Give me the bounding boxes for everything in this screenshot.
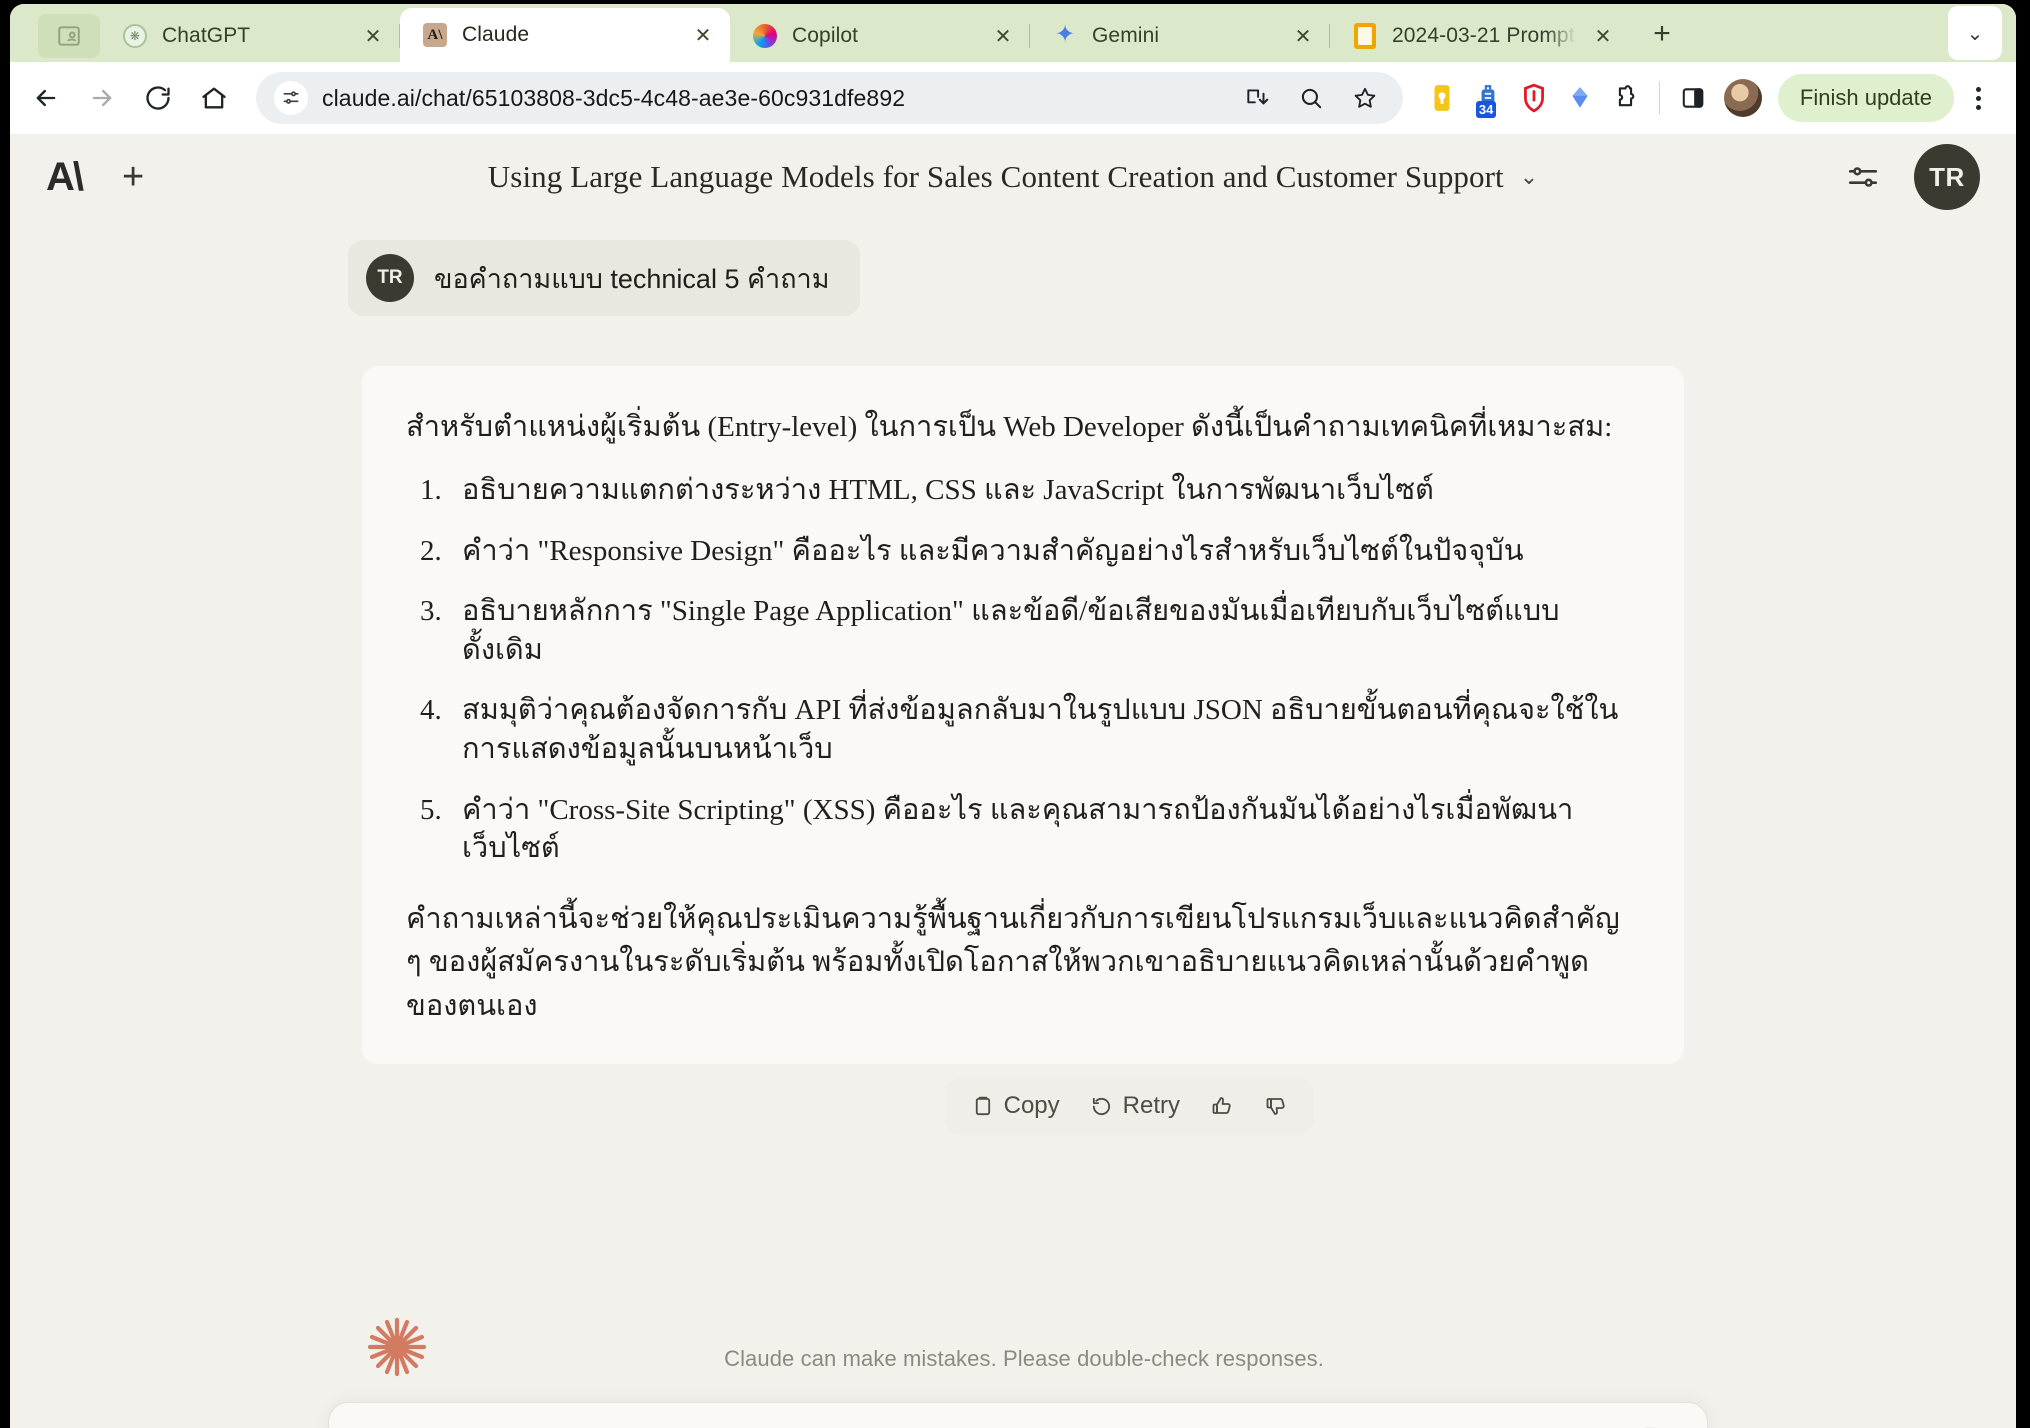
browser-tab-claude[interactable]: A\ Claude ✕ — [400, 8, 730, 62]
home-icon[interactable] — [188, 72, 240, 124]
avatar[interactable]: TR — [1914, 144, 1980, 210]
side-panel-icon[interactable] — [1672, 77, 1714, 119]
claude-app: A\ + Using Large Language Models for Sal… — [10, 134, 2016, 1428]
assistant-intro-text: สำหรับตำแหน่งผู้เริ่มต้น (Entry-level) ใ… — [406, 411, 1613, 443]
tab-close-button[interactable]: ✕ — [690, 22, 716, 48]
assistant-message-card: สำหรับตำแหน่งผู้เริ่มต้น (Entry-level) ใ… — [362, 366, 1684, 1065]
desktop-background: ❋ ChatGPT ✕ A\ Claude ✕ Copilot ✕ Gemini… — [0, 0, 2030, 1428]
extension-shield-icon[interactable] — [1513, 77, 1555, 119]
user-message-row: TR ขอคำถามแบบ technical 5 คำถาม — [10, 240, 2016, 316]
extension-puzzle-icon[interactable] — [1605, 77, 1647, 119]
assistant-question-list: อธิบายความแตกต่างระหว่าง HTML, CSS และ J… — [406, 471, 1640, 868]
tab-title: 2024-03-21 Prompt Engine — [1392, 24, 1576, 47]
install-app-icon[interactable] — [1237, 78, 1277, 118]
copy-button[interactable]: Copy — [961, 1086, 1070, 1126]
copilot-icon — [752, 23, 778, 49]
browser-tab-copilot[interactable]: Copilot ✕ — [730, 10, 1030, 62]
copy-label: Copy — [1003, 1092, 1060, 1120]
page-title[interactable]: Using Large Language Models for Sales Co… — [488, 159, 1504, 195]
kebab-menu-icon[interactable] — [1958, 74, 1998, 122]
thumbs-up-icon[interactable] — [1200, 1088, 1244, 1124]
reload-icon[interactable] — [132, 72, 184, 124]
tab-search-icon[interactable] — [38, 14, 100, 58]
document-icon — [1352, 23, 1378, 49]
extension-grammar-icon[interactable]: 34 — [1467, 77, 1509, 119]
chatgpt-icon: ❋ — [122, 23, 148, 49]
tab-close-button[interactable]: ✕ — [1290, 23, 1316, 49]
retry-button[interactable]: Retry — [1080, 1086, 1190, 1126]
tab-close-button[interactable]: ✕ — [990, 23, 1016, 49]
back-arrow-icon[interactable] — [20, 72, 72, 124]
browser-tab-chatgpt[interactable]: ❋ ChatGPT ✕ — [100, 10, 400, 62]
tab-title: Claude — [462, 23, 530, 46]
list-item: อธิบายความแตกต่างระหว่าง HTML, CSS และ J… — [420, 471, 1434, 509]
conversation-thread: TR ขอคำถามแบบ technical 5 คำถาม สำหรับตำ… — [10, 220, 2016, 1428]
chevron-down-icon[interactable]: ⌄ — [1520, 164, 1538, 190]
extension-keeper-icon[interactable] — [1421, 77, 1463, 119]
list-item: สมมุติว่าคุณต้องจัดการกับ API ที่ส่งข้อม… — [420, 691, 1619, 765]
browser-tab-strip: ❋ ChatGPT ✕ A\ Claude ✕ Copilot ✕ Gemini… — [10, 4, 2016, 62]
tab-list-chevron-down-icon[interactable]: ⌄ — [1948, 6, 2002, 60]
extension-diamond-icon[interactable] — [1559, 77, 1601, 119]
browser-tab-prompt-engine[interactable]: 2024-03-21 Prompt Engine ✕ — [1330, 10, 1630, 62]
claude-icon: A\ — [422, 22, 448, 48]
forward-arrow-icon[interactable] — [76, 72, 128, 124]
list-item: อธิบายหลักการ "Single Page Application" … — [420, 592, 1560, 666]
tab-title: ChatGPT — [162, 24, 251, 47]
message-composer[interactable]: Reply to Claude... Claude 3 Sonnet — [328, 1402, 1708, 1428]
list-item: คำว่า "Responsive Design" คืออะไร และมีค… — [420, 532, 1524, 570]
zoom-icon[interactable] — [1291, 78, 1331, 118]
conversation-title-wrap: Using Large Language Models for Sales Co… — [10, 159, 2016, 195]
site-settings-tune-icon[interactable] — [274, 81, 308, 115]
user-message-text: ขอคำถามแบบ technical 5 คำถาม — [434, 263, 830, 294]
browser-window: ❋ ChatGPT ✕ A\ Claude ✕ Copilot ✕ Gemini… — [10, 4, 2016, 1428]
assistant-outro-text: คำถามเหล่านี้จะช่วยให้คุณประเมินความรู้พ… — [406, 902, 1620, 1022]
tab-title: Copilot — [792, 24, 859, 47]
browser-tab-gemini[interactable]: Gemini ✕ — [1030, 10, 1330, 62]
message-action-toolbar: Copy Retry — [944, 1078, 1314, 1135]
toolbar-divider — [1658, 81, 1660, 115]
finish-update-button[interactable]: Finish update — [1777, 74, 1954, 122]
browser-toolbar: claude.ai/chat/65103808-3dc5-4c48-ae3e-6… — [10, 62, 2016, 134]
thumbs-down-icon[interactable] — [1254, 1088, 1298, 1124]
user-message-bubble: TR ขอคำถามแบบ technical 5 คำถาม — [348, 240, 860, 316]
url-text: claude.ai/chat/65103808-3dc5-4c48-ae3e-6… — [322, 84, 906, 111]
header-right-controls: TR — [1846, 144, 1980, 210]
claude-app-header: A\ + Using Large Language Models for Sal… — [10, 134, 2016, 220]
claude-starburst-logo-icon — [362, 1312, 432, 1382]
retry-label: Retry — [1122, 1092, 1180, 1120]
tab-title: Gemini — [1092, 24, 1160, 47]
disclaimer-text: Claude can make mistakes. Please double-… — [724, 1346, 1324, 1371]
bookmark-star-icon[interactable] — [1345, 78, 1385, 118]
tab-close-button[interactable]: ✕ — [1590, 23, 1616, 49]
new-chat-button[interactable]: + — [122, 158, 144, 196]
address-bar[interactable]: claude.ai/chat/65103808-3dc5-4c48-ae3e-6… — [256, 72, 1403, 124]
avatar: TR — [366, 254, 414, 302]
settings-sliders-icon[interactable] — [1846, 160, 1880, 194]
browser-profile-avatar[interactable] — [1723, 79, 1762, 117]
tab-close-button[interactable]: ✕ — [360, 23, 386, 49]
anthropic-logo-icon[interactable]: A\ — [46, 157, 84, 197]
new-tab-button[interactable]: + — [1638, 10, 1686, 58]
list-item: คำว่า "Cross-Site Scripting" (XSS) คืออะ… — [420, 791, 1574, 865]
gemini-icon — [1052, 20, 1078, 49]
extension-badge-count: 34 — [1475, 101, 1497, 118]
